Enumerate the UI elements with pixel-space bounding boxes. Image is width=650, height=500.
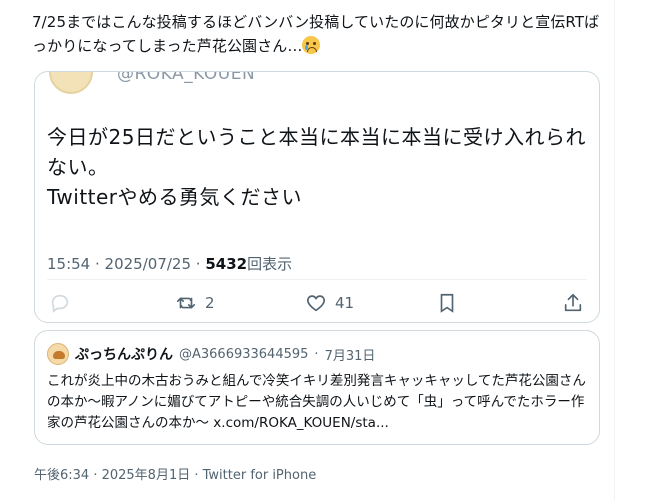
column-border — [614, 0, 615, 500]
share-button[interactable] — [562, 292, 584, 314]
bookmark-icon — [440, 293, 454, 313]
quoted-tweet-card[interactable]: ぷっちんぷりん @A3666933644595 · 7月31日 これが炎上中の木… — [34, 330, 600, 445]
reply-icon — [51, 294, 69, 313]
avatar[interactable] — [49, 72, 93, 94]
retweet-count: 2 — [205, 294, 215, 312]
bookmark-button[interactable] — [436, 292, 458, 314]
avatar[interactable] — [47, 343, 69, 365]
quoted-tweet-header: ぷっちんぷりん @A3666933644595 · 7月31日 — [47, 343, 375, 365]
views-count: 5432 — [205, 255, 248, 273]
like-button[interactable]: 41 — [305, 292, 354, 314]
crying-face-emoji-icon — [302, 36, 321, 54]
retweet-button[interactable]: 2 — [175, 292, 215, 314]
quoted-author-name[interactable]: ぷっちんぷりん — [75, 344, 173, 364]
embedded-tweet-card[interactable]: @ROKA_KOUEN 今日が25日だということ本当に本当に本当に受け入れられな… — [34, 71, 600, 323]
tweet-date[interactable]: 2025/07/25 — [105, 255, 191, 273]
like-count: 41 — [335, 294, 355, 312]
post-text: 7/25まではこんな投稿するほどバンバン投稿していたのに何故かピタリと宣伝RTば… — [32, 10, 607, 58]
quoted-tweet-date[interactable]: 7月31日 — [325, 345, 376, 364]
reply-button[interactable] — [49, 292, 79, 314]
quoted-tweet-body: これが炎上中の木古おうみと組んで冷笑イキリ差別発言キャッキャッしてた芦花公園さん… — [47, 373, 586, 431]
embedded-tweet-body: 今日が25日だということ本当に本当に本当に受け入れられない。 Twitterやめ… — [47, 125, 586, 209]
divider — [47, 279, 587, 280]
retweet-icon — [176, 297, 196, 309]
embedded-tweet-handle[interactable]: @ROKA_KOUEN — [117, 72, 255, 84]
tweet-time[interactable]: 15:54 — [47, 255, 90, 273]
tweet-actions: 2 41 — [35, 292, 599, 320]
embedded-tweet-meta: 15:54 · 2025/07/25 · 5432回表示 — [47, 255, 293, 273]
heart-icon — [307, 295, 325, 312]
share-icon — [564, 293, 582, 312]
views-label: 回表示 — [247, 255, 293, 273]
post-timestamp[interactable]: 午後6:34 · 2025年8月1日 · Twitter for iPhone — [34, 464, 316, 483]
quoted-author-handle[interactable]: @A3666933644595 — [179, 347, 308, 362]
